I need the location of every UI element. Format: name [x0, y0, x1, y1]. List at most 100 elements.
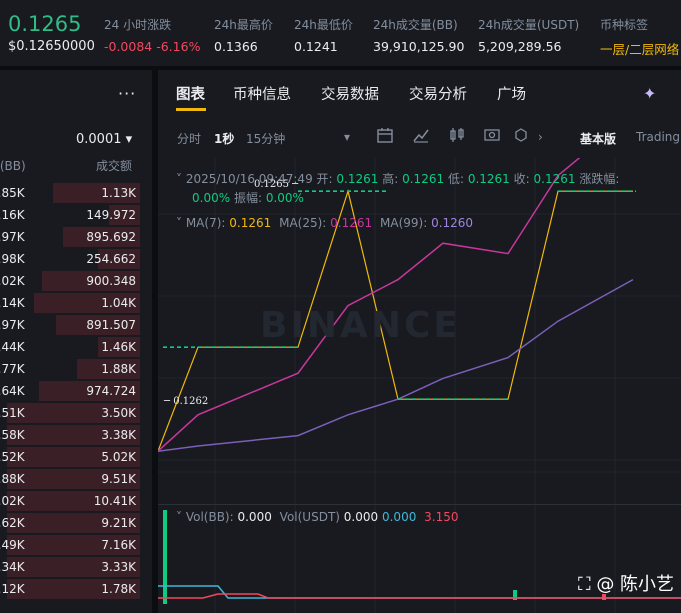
calendar-icon[interactable] [376, 126, 394, 144]
row-qty: 5.49K [0, 538, 25, 552]
amp-value: 0.00% [265, 191, 304, 205]
orderbook-row[interactable]: 1.98K 254.662 [0, 248, 152, 270]
row-qty: 5.58K [0, 428, 25, 442]
orderbook-row[interactable]: 3.85K 1.13K [0, 182, 152, 204]
row-qty: 3.85K [0, 186, 25, 200]
orderbook-row[interactable]: 9.52K 5.02K [0, 446, 152, 468]
orderbook-row[interactable]: 2.02K 10.41K [0, 490, 152, 512]
stat-change-label: 24 小时涨跌 [104, 18, 172, 32]
row-total: 10.41K [93, 494, 136, 508]
low-price-marker: ─ 0.1262 [164, 396, 209, 407]
binance-watermark: BINANCE [260, 305, 461, 346]
row-total: 900.348 [86, 274, 136, 288]
row-qty: 4.88K [0, 472, 25, 486]
ticker-bar: 0.1265 $0.12650000 24 小时涨跌 -0.0084 -6.16… [0, 0, 681, 66]
ma99-label: MA(99): [380, 216, 428, 230]
candles-icon[interactable] [448, 126, 466, 144]
high-value: 0.1261 [402, 172, 445, 186]
tab-square[interactable]: 广场 [497, 83, 526, 104]
row-qty: 7.51K [0, 406, 25, 420]
more-tools-icon[interactable] [512, 126, 530, 144]
row-total: 254.662 [86, 252, 136, 266]
high-price-marker: 0.1265 ─ [254, 179, 299, 190]
row-total: 7.16K [101, 538, 136, 552]
interval-15m[interactable]: 15分钟 [246, 130, 285, 147]
orderbook-qty-header: 量 (BB) [0, 159, 26, 173]
vol-usdt-value: 0.000 [343, 510, 379, 524]
stat-low-label: 24h最低价 [294, 18, 353, 32]
ohlc-legend-line2: 0.00% 振幅: 0.00% [192, 189, 304, 206]
orderbook-row[interactable]: 4.77K 1.88K [0, 358, 152, 380]
change-label: 涨跌幅: [579, 172, 620, 186]
row-total: 891.507 [86, 318, 136, 332]
row-qty: 1.98K [0, 252, 25, 266]
row-total: 9.21K [101, 516, 136, 530]
vol-bb-label: Vol(BB): [185, 510, 234, 524]
row-total: 3.33K [101, 560, 136, 574]
chevron-right-icon[interactable]: › [538, 130, 543, 144]
row-total: 5.02K [101, 450, 136, 464]
volume-pane-divider [158, 504, 681, 505]
tab-coin-info[interactable]: 币种信息 [233, 83, 291, 104]
stat-vol-base-label: 24h成交量(BB) [373, 18, 458, 32]
low-label: 低: [447, 172, 464, 186]
orderbook-row[interactable]: 1.16K 149.972 [0, 204, 152, 226]
orderbook-row[interactable]: 4.12K 1.78K [0, 578, 152, 600]
row-qty: 1.44K [0, 340, 25, 354]
volume-legend: ˅ Vol(BB): 0.000 Vol(USDT) 0.000 0.000 3… [176, 510, 459, 524]
author-name: 陈小艺 [620, 574, 675, 595]
orderbook-row[interactable]: 1.44K 1.46K [0, 336, 152, 358]
row-total: 3.50K [101, 406, 136, 420]
ma7-label: MA(7): [185, 216, 226, 230]
orderbook-row[interactable]: 6.34K 3.33K [0, 556, 152, 578]
vol-ma1-value: 0.000 [381, 510, 417, 524]
row-qty: 7.64K [0, 384, 25, 398]
tick-size-select[interactable]: 0.0001 ▾ [76, 132, 132, 147]
row-qty: 2.02K [0, 494, 25, 508]
orderbook-row[interactable]: 6.97K 891.507 [0, 314, 152, 336]
orderbook-menu-icon[interactable]: ··· [118, 84, 136, 103]
stat-low-value: 0.1241 [294, 39, 338, 54]
row-total: 1.78K [101, 582, 136, 596]
amp-label: 振幅: [233, 191, 262, 205]
close-label: 收: [513, 172, 530, 186]
stat-tag-value[interactable]: 一层/二层网络 [600, 39, 679, 58]
stat-vol-quote-label: 24h成交量(USDT) [478, 18, 580, 32]
ma-legend: ˅ MA(7): 0.1261 MA(25): 0.1261 MA(99): 0… [176, 216, 474, 230]
ai-sparkle-icon[interactable]: ✦ [643, 84, 656, 103]
version-basic[interactable]: 基本版 [580, 130, 616, 147]
interval-dropdown-icon[interactable]: ▾ [344, 130, 350, 144]
row-total: 1.13K [101, 186, 136, 200]
version-tradingview[interactable]: Trading [636, 130, 680, 144]
row-qty: 6.34K [0, 560, 25, 574]
orderbook-row[interactable]: 7.64K 974.724 [0, 380, 152, 402]
vol-bb-value: 0.000 [237, 510, 272, 524]
orderbook-row[interactable]: 7.02K 900.348 [0, 270, 152, 292]
stat-vol-quote-value: 5,209,289.56 [478, 39, 562, 54]
tab-chart[interactable]: 图表 [176, 83, 205, 104]
orderbook-row[interactable]: 8.14K 1.04K [0, 292, 152, 314]
line-chart-icon[interactable] [412, 126, 430, 144]
orderbook-row[interactable]: 2.62K 9.21K [0, 512, 152, 534]
orderbook-row[interactable]: 5.97K 895.692 [0, 226, 152, 248]
tab-trading-analysis[interactable]: 交易分析 [409, 83, 467, 104]
orderbook-row[interactable]: 5.49K 7.16K [0, 534, 152, 556]
orderbook-row[interactable]: 4.88K 9.51K [0, 468, 152, 490]
row-qty: 5.97K [0, 230, 25, 244]
row-total: 9.51K [101, 472, 136, 486]
indicators-icon[interactable] [483, 126, 501, 144]
interval-1s[interactable]: 1秒 [214, 130, 234, 147]
orderbook-row[interactable]: 7.51K 3.50K [0, 402, 152, 424]
interval-timeline[interactable]: 分时 [177, 130, 201, 147]
orderbook-total-header: 成交额 [96, 159, 133, 173]
author-credit: ⛶ @ 陈小艺 [578, 574, 675, 595]
orderbook-row[interactable]: 5.58K 3.38K [0, 424, 152, 446]
stat-vol-base-value: 39,910,125.90 [373, 39, 465, 54]
row-qty: 7.02K [0, 274, 25, 288]
row-total: 149.972 [86, 208, 136, 222]
row-total: 1.46K [101, 340, 136, 354]
tab-trading-data[interactable]: 交易数据 [321, 83, 379, 104]
row-total: 1.88K [101, 362, 136, 376]
row-qty: 6.97K [0, 318, 25, 332]
active-tab-indicator [176, 108, 206, 111]
